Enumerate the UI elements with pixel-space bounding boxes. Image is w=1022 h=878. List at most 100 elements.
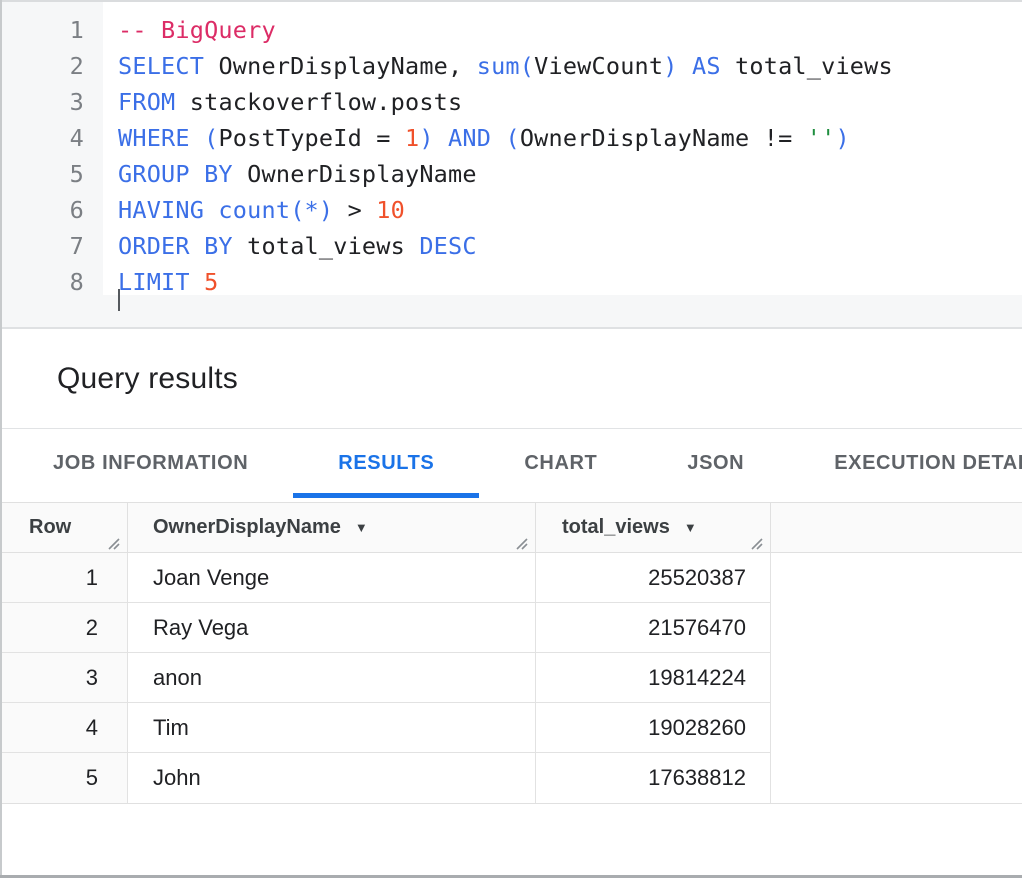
- column-resize-handle-icon[interactable]: [514, 533, 528, 547]
- row-number-cell: 5: [0, 753, 128, 803]
- sql-token-paren: ): [835, 124, 849, 152]
- row-number-cell: 4: [0, 703, 128, 753]
- sql-token-paren: (*): [290, 196, 333, 224]
- cell-ownerdisplayname: Ray Vega: [128, 603, 536, 653]
- sql-token-id: stackoverflow.posts: [175, 88, 462, 116]
- code-line[interactable]: 3FROM stackoverflow.posts: [0, 84, 1022, 120]
- line-number: 5: [0, 156, 103, 192]
- query-results-header: Query results: [0, 329, 1022, 429]
- sql-token-kw: WHERE: [118, 124, 204, 152]
- table-body: 1Joan Venge255203872Ray Vega215764703ano…: [0, 553, 1022, 804]
- code-line[interactable]: 6HAVING count(*) > 10: [0, 192, 1022, 228]
- text-ibeam-cursor: [118, 289, 120, 311]
- table-row: 3anon19814224: [0, 653, 1022, 703]
- sql-token-num: 1: [405, 124, 419, 152]
- column-header-label: Row: [29, 516, 71, 539]
- table-header-row: Row OwnerDisplayName▼ total_views ▼: [0, 502, 1022, 553]
- column-resize-handle-icon[interactable]: [749, 533, 763, 547]
- sql-token-kw: LIMIT: [118, 268, 204, 296]
- sql-token-id: total_views: [233, 232, 420, 260]
- row-filler-cell: [771, 753, 1022, 803]
- column-dropdown-icon[interactable]: ▼: [684, 520, 697, 535]
- tab-label: CHART: [524, 452, 597, 474]
- table-row: 1Joan Venge25520387: [0, 553, 1022, 603]
- sql-token-paren: ): [419, 124, 433, 152]
- cell-ownerdisplayname: anon: [128, 653, 536, 703]
- table-row: 5John17638812: [0, 753, 1022, 803]
- tab-json[interactable]: JSON: [642, 429, 789, 498]
- row-filler-cell: [771, 653, 1022, 703]
- column-header-filler: [771, 503, 1022, 552]
- row-filler-cell: [771, 603, 1022, 653]
- cell-total-views: 21576470: [536, 603, 771, 653]
- sql-token-paren: (: [204, 124, 218, 152]
- sql-token-id: PostTypeId =: [218, 124, 405, 152]
- code-text: HAVING count(*) > 10: [103, 192, 405, 228]
- column-header-ownerdisplayname[interactable]: OwnerDisplayName▼: [128, 503, 536, 552]
- column-resize-handle-icon[interactable]: [106, 533, 120, 547]
- sql-token-num: 5: [204, 268, 218, 296]
- tab-chart[interactable]: CHART: [479, 429, 642, 498]
- column-dropdown-icon[interactable]: ▼: [355, 520, 368, 535]
- cell-ownerdisplayname: Joan Venge: [128, 553, 536, 603]
- tab-label: JOB INFORMATION: [53, 452, 248, 474]
- row-filler-cell: [771, 703, 1022, 753]
- sql-token-kw: ORDER BY: [118, 232, 233, 260]
- line-number: 4: [0, 120, 103, 156]
- code-text: WHERE (PostTypeId = 1) AND (OwnerDisplay…: [103, 120, 850, 156]
- tab-results[interactable]: RESULTS: [293, 429, 479, 498]
- table-row: 4Tim19028260: [0, 703, 1022, 753]
- cell-total-views: 25520387: [536, 553, 771, 603]
- sql-token-kw: GROUP BY: [118, 160, 233, 188]
- sql-token-id: total_views: [721, 52, 893, 80]
- code-line[interactable]: 5 GROUP BY OwnerDisplayName: [0, 156, 1022, 192]
- sql-token-kw: HAVING count: [118, 196, 290, 224]
- column-header-row[interactable]: Row: [0, 503, 128, 552]
- sql-token-id: >: [333, 196, 376, 224]
- tab-job-information[interactable]: JOB INFORMATION: [8, 429, 293, 498]
- code-line[interactable]: 2SELECT OwnerDisplayName, sum(ViewCount)…: [0, 48, 1022, 84]
- column-header-total_views[interactable]: total_views ▼: [536, 503, 771, 552]
- code-text: SELECT OwnerDisplayName, sum(ViewCount) …: [103, 48, 893, 84]
- code-line[interactable]: 8LIMIT 5: [0, 264, 1022, 300]
- line-number: 2: [0, 48, 103, 84]
- sql-editor[interactable]: 1 -- BigQuery 2SELECT OwnerDisplayName, su…: [0, 0, 1022, 329]
- cell-total-views: 17638812: [536, 753, 771, 803]
- row-filler-cell: [771, 553, 1022, 603]
- code-text: LIMIT 5: [103, 264, 218, 300]
- cell-ownerdisplayname: Tim: [128, 703, 536, 753]
- tab-execution-details[interactable]: EXECUTION DETAILS: [789, 429, 1022, 498]
- sql-token-id: ViewCount: [534, 52, 663, 80]
- sql-token-kw: DESC: [419, 232, 476, 260]
- sql-token-paren: (: [505, 124, 519, 152]
- line-number: 1: [0, 12, 103, 48]
- cell-ownerdisplayname: John: [128, 753, 536, 803]
- tab-label: EXECUTION DETAILS: [834, 452, 1022, 474]
- tab-label: RESULTS: [338, 452, 434, 474]
- cell-total-views: 19028260: [536, 703, 771, 753]
- sql-token-kw: sum: [477, 52, 520, 80]
- sql-token-paren: ): [663, 52, 677, 80]
- sql-token-id: OwnerDisplayName: [233, 160, 477, 188]
- code-line[interactable]: 7ORDER BY total_views DESC: [0, 228, 1022, 264]
- code-text: FROM stackoverflow.posts: [103, 84, 462, 120]
- code-line[interactable]: 4WHERE (PostTypeId = 1) AND (OwnerDispla…: [0, 120, 1022, 156]
- row-number-cell: 1: [0, 553, 128, 603]
- page-title: Query results: [57, 362, 238, 396]
- column-header-label: total_views: [562, 516, 670, 539]
- sql-code: 1 -- BigQuery 2SELECT OwnerDisplayName, su…: [0, 12, 1022, 300]
- sql-token-str: '': [807, 124, 836, 152]
- sql-token-num: 10: [376, 196, 405, 224]
- code-text: -- BigQuery: [103, 12, 276, 48]
- code-line[interactable]: 1 -- BigQuery: [0, 12, 1022, 48]
- table-row: 2Ray Vega21576470: [0, 603, 1022, 653]
- line-number: 6: [0, 192, 103, 228]
- results-tab-bar: JOB INFORMATION RESULTS CHART JSON EXECUTION…: [0, 429, 1022, 502]
- sql-token-comment: -- BigQuery: [118, 16, 276, 44]
- bigquery-query-panel: 1 -- BigQuery 2SELECT OwnerDisplayName, su…: [0, 0, 1022, 878]
- active-tab-underline: [293, 493, 479, 498]
- cell-total-views: 19814224: [536, 653, 771, 703]
- sql-token-kw: SELECT: [118, 52, 204, 80]
- sql-token-kw: AND: [434, 124, 506, 152]
- line-number: 8: [0, 264, 103, 300]
